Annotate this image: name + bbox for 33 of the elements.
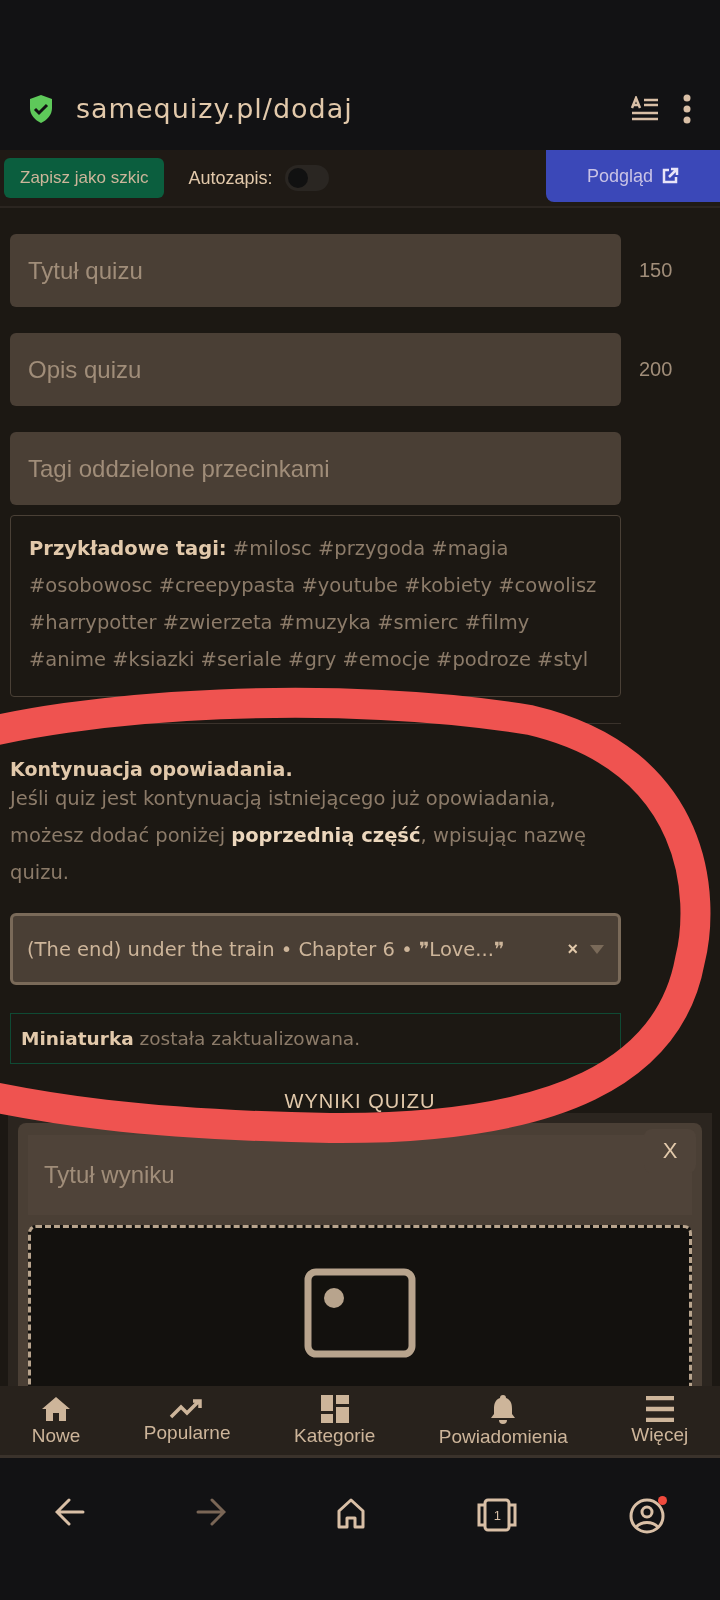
caret-icon	[590, 944, 604, 954]
nav-item[interactable]: Powiadomienia	[438, 1393, 568, 1448]
home-button[interactable]	[335, 1498, 366, 1530]
close-button[interactable]: X	[644, 1129, 696, 1173]
nav-item[interactable]: Popularne	[143, 1397, 231, 1444]
nav-item[interactable]: Nowe	[31, 1394, 81, 1447]
section-description: Jeśli quiz jest kontynuacją istniejącego już opowiadania, możesz dodać poniżej poprzednią część, wpisując nazwę quizu.	[10, 786, 587, 886]
text-field[interactable]: Tytuł quizu	[10, 234, 621, 307]
grid-icon	[320, 1394, 349, 1423]
nav-item[interactable]: Więcej	[631, 1395, 689, 1446]
url-text[interactable]: samequizy.pl/dodaj	[76, 93, 608, 124]
autosave-label: Autozapis:	[188, 167, 273, 189]
notice-text: Miniaturka została zaktualizowana.	[10, 1013, 621, 1064]
back-button[interactable]	[55, 1498, 86, 1526]
shield-check-icon	[28, 94, 54, 124]
menu-icon	[645, 1395, 674, 1422]
profile-button[interactable]	[628, 1498, 665, 1534]
example-tags-text: Przykładowe tagi: #milosc #przygoda #magia #osobowosc #creepypasta #youtube #kobiety #cowolisz #harrypotter #zwierzeta #muzyka #smierc #filmy #anime #ksiazki #seriale #gry #emocje #podroze #styl	[10, 515, 621, 697]
quiz-select[interactable]: (The end) under the train • Chapter 6 • ❞Love...❞ ×	[10, 913, 621, 985]
more-icon[interactable]	[682, 94, 692, 124]
external-link-icon	[661, 167, 680, 185]
autosave-toggle[interactable]	[284, 165, 329, 191]
image-drop-area[interactable]	[28, 1225, 692, 1386]
image-icon	[304, 1268, 416, 1358]
section-title: Kontynuacja opowiadania.	[10, 758, 294, 780]
text-field[interactable]: Opis quizu	[10, 333, 621, 406]
preview-button[interactable]: Podgląd	[546, 150, 720, 202]
text-field[interactable]: Tagi oddzielone przecinkami	[10, 432, 621, 505]
char-counter: 150	[639, 259, 673, 282]
char-counter: 200	[639, 358, 673, 381]
bell-icon	[489, 1393, 518, 1424]
save-draft-button[interactable]: Zapisz jako szkic	[4, 158, 165, 198]
nav-item[interactable]: Kategorie	[294, 1394, 376, 1447]
